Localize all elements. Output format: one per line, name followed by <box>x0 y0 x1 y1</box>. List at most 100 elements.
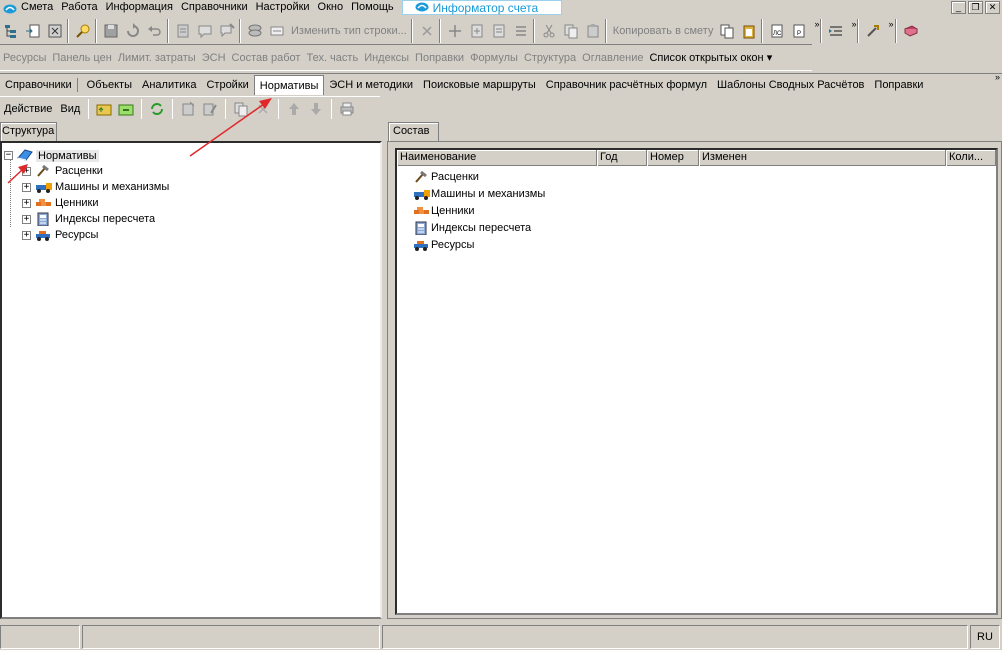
tree-item-resources[interactable]: + Ресурсы <box>4 227 380 243</box>
undo-icon[interactable] <box>146 22 164 40</box>
refresh-icon[interactable] <box>124 22 142 40</box>
menu-pomosch[interactable]: Помощь <box>347 0 398 15</box>
nav-limit-costs[interactable]: Лимит. затраты <box>115 52 199 64</box>
ps-doc-icon[interactable]: ЛС <box>768 22 786 40</box>
menu-rabota[interactable]: Работа <box>57 0 101 15</box>
change-row-type-button[interactable]: Изменить тип строки... <box>288 25 410 37</box>
structure-tab[interactable]: Структура <box>0 122 57 141</box>
tab-stroyki[interactable]: Стройки <box>201 75 253 95</box>
stack-icon[interactable] <box>246 22 264 40</box>
tab-search-routes[interactable]: Поисковые маршруты <box>418 75 541 95</box>
nav-formulas[interactable]: Формулы <box>467 52 521 64</box>
tab-analitika[interactable]: Аналитика <box>137 75 201 95</box>
grid-row[interactable]: Индексы пересчета <box>397 219 996 236</box>
edit-row-icon[interactable] <box>268 22 286 40</box>
delete-icon[interactable] <box>418 22 436 40</box>
menu-smeta[interactable]: Смета <box>21 0 57 15</box>
paste-icon[interactable] <box>584 22 602 40</box>
tab-esn-metodiki[interactable]: ЭСН и методики <box>324 75 418 95</box>
cut-icon[interactable] <box>540 22 558 40</box>
expand-icon[interactable]: + <box>22 230 31 240</box>
nav-esn[interactable]: ЭСН <box>199 52 229 64</box>
tree-item-rastsenki[interactable]: + Расценки <box>4 163 380 179</box>
action-menu[interactable]: Действие <box>0 103 56 115</box>
composition-tab[interactable]: Состав <box>388 122 439 141</box>
folder-minus-icon[interactable] <box>117 100 135 118</box>
arrow-up-icon[interactable] <box>285 100 303 118</box>
comment-edit-icon[interactable] <box>218 22 236 40</box>
menu-informatsiya[interactable]: Информация <box>102 0 177 15</box>
expand-icon[interactable]: + <box>22 198 31 208</box>
nav-corrections[interactable]: Поправки <box>412 52 467 64</box>
copy-icon[interactable] <box>562 22 580 40</box>
save-icon[interactable] <box>102 22 120 40</box>
open-windows-dropdown[interactable]: Список открытых окон ▾ <box>646 51 775 64</box>
print-icon[interactable] <box>338 100 356 118</box>
tools-icon[interactable] <box>864 22 882 40</box>
excel-icon[interactable] <box>46 22 64 40</box>
grid-row[interactable]: Ценники <box>397 202 996 219</box>
insert-row-icon[interactable] <box>24 22 42 40</box>
tab-spravochniki[interactable]: Справочники <box>0 75 77 95</box>
add-page-icon[interactable] <box>468 22 486 40</box>
book-icon[interactable] <box>902 22 920 40</box>
tab-popravki[interactable]: Поправки <box>869 75 928 95</box>
document-gear-icon[interactable] <box>174 22 192 40</box>
arrow-down-icon[interactable] <box>307 100 325 118</box>
expand-icon[interactable]: + <box>22 214 31 224</box>
more-chevron-icon-3[interactable]: » <box>888 19 893 29</box>
copy-doc-icon[interactable] <box>718 22 736 40</box>
grid-row[interactable]: Машины и механизмы <box>397 185 996 202</box>
informer-tab[interactable]: Информатор счета <box>401 0 562 15</box>
expand-icon[interactable]: + <box>22 166 31 176</box>
delete-icon[interactable] <box>254 100 272 118</box>
clipboard-icon[interactable] <box>740 22 758 40</box>
nav-structure[interactable]: Структура <box>521 52 579 64</box>
nav-resources[interactable]: Ресурсы <box>0 52 49 64</box>
menu-nastroyki[interactable]: Настройки <box>252 0 314 15</box>
expand-icon[interactable]: + <box>22 182 31 192</box>
page-icon[interactable] <box>490 22 508 40</box>
restore-button[interactable]: ❐ <box>968 1 983 14</box>
collapse-icon[interactable]: − <box>4 151 13 160</box>
tab-summary-templates[interactable]: Шаблоны Сводных Расчётов <box>712 75 869 95</box>
language-indicator[interactable]: RU <box>970 625 1000 649</box>
tree-item-machines[interactable]: + Машины и механизмы <box>4 179 380 195</box>
menu-spravochniki[interactable]: Справочники <box>177 0 252 15</box>
close-button[interactable]: ✕ <box>985 1 1000 14</box>
copy-document-icon[interactable] <box>232 100 250 118</box>
new-document-icon[interactable] <box>179 100 197 118</box>
indent-icon[interactable] <box>827 22 845 40</box>
tree-icon[interactable] <box>2 22 20 40</box>
grid-row[interactable]: Расценки <box>397 168 996 185</box>
more-chevron-icon[interactable]: » <box>814 19 819 29</box>
tree-item-tsenniki[interactable]: + Ценники <box>4 195 380 211</box>
nav-price-panel[interactable]: Панель цен <box>49 52 114 64</box>
folder-up-icon[interactable] <box>95 100 113 118</box>
tabs-more-chevron-icon[interactable]: » <box>995 72 1000 82</box>
p-doc-icon[interactable]: Р <box>790 22 808 40</box>
tree-item-indexes[interactable]: + Индексы пересчета <box>4 211 380 227</box>
minimize-button[interactable]: _ <box>951 1 966 14</box>
column-name[interactable]: Наименование <box>397 150 597 166</box>
list-icon[interactable] <box>512 22 530 40</box>
tab-normativy[interactable]: Нормативы <box>253 74 325 95</box>
nav-indexes[interactable]: Индексы <box>361 52 412 64</box>
tree-root[interactable]: − Нормативы <box>4 148 380 163</box>
nav-work-composition[interactable]: Состав работ <box>229 52 304 64</box>
nav-tech-part[interactable]: Тех. часть <box>303 52 361 64</box>
nav-contents[interactable]: Оглавление <box>579 52 646 64</box>
refresh-green-icon[interactable] <box>148 100 166 118</box>
tab-obekty[interactable]: Объекты <box>76 75 137 95</box>
move-icon[interactable] <box>446 22 464 40</box>
column-modified[interactable]: Изменен <box>699 150 946 166</box>
tab-formulas-reference[interactable]: Справочник расчётных формул <box>541 75 712 95</box>
comment-icon[interactable] <box>196 22 214 40</box>
view-menu[interactable]: Вид <box>56 103 84 115</box>
more-chevron-icon-2[interactable]: » <box>851 19 856 29</box>
menu-okno[interactable]: Окно <box>314 0 348 15</box>
column-number[interactable]: Номер <box>647 150 699 166</box>
grid-row[interactable]: Ресурсы <box>397 236 996 253</box>
column-quantity[interactable]: Коли... <box>946 150 996 166</box>
column-year[interactable]: Год <box>597 150 647 166</box>
